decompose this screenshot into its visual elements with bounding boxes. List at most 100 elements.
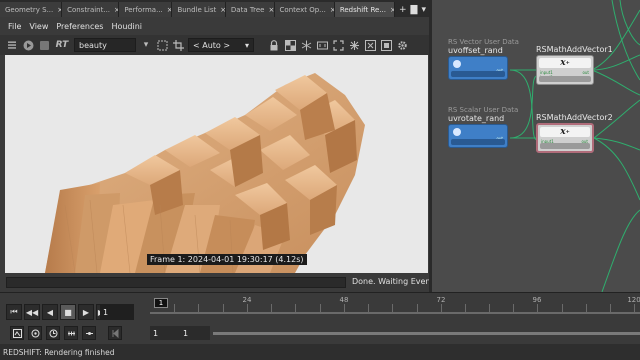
ruler-tick	[198, 304, 199, 312]
ruler-tick	[441, 304, 442, 312]
frame-info-label: Frame 1: 2024-04-01 19:30:17 (4.12s)	[147, 254, 307, 265]
ruler-tick-label: 96	[532, 296, 542, 304]
menu-bar: File View Preferences Houdini	[0, 17, 430, 35]
checker-icon[interactable]	[284, 39, 296, 51]
tab-data-tree[interactable]: Data Tree ×	[225, 2, 275, 17]
ruler-tick	[223, 304, 224, 312]
rt-icon[interactable]: RT	[54, 39, 70, 51]
chevron-down-icon[interactable]: ▾	[140, 39, 152, 51]
node-rsmathaddvector2[interactable]: x+ input1 input2 out	[536, 123, 594, 153]
ruler-tick	[417, 304, 418, 312]
tab-geometry-spreadsheet[interactable]: Geometry S...×	[0, 2, 63, 17]
frame-cursor[interactable]: 1	[154, 298, 168, 308]
node-name-label: RSMathAddVector1	[536, 45, 613, 54]
ruler-tick	[489, 304, 490, 312]
houdini-window: Geometry S...× Constraint...× Performa..…	[0, 0, 640, 360]
node-name-label: uvrotate_rand	[448, 114, 505, 123]
scope-icon[interactable]	[82, 326, 96, 340]
timeline-ruler[interactable]: 24 48 72 96 120 1	[150, 296, 640, 324]
crop-icon[interactable]	[172, 39, 184, 51]
current-frame-field[interactable]: 1	[100, 304, 134, 320]
menu-preferences[interactable]: Preferences	[56, 22, 103, 31]
menu-icon[interactable]	[6, 39, 18, 51]
tab-constraint[interactable]: Constraint...×	[62, 2, 120, 17]
tab-label: Performa...	[124, 5, 163, 14]
plus-icon	[453, 128, 461, 136]
render-status-text: Done. Waiting Events	[352, 277, 438, 286]
play-reverse-button[interactable]: ◀	[42, 304, 58, 320]
aspect-icon[interactable]	[316, 39, 328, 51]
ruler-tick	[368, 304, 369, 312]
realtime-icon[interactable]	[46, 326, 60, 340]
expand-icon[interactable]	[332, 39, 344, 51]
playbar-tools	[10, 326, 122, 340]
snowflake-icon[interactable]	[300, 39, 312, 51]
math-icon: x +	[540, 127, 590, 137]
ruler-tick	[634, 304, 635, 312]
node-uvrotate-rand[interactable]: out	[448, 124, 508, 148]
menu-view[interactable]: View	[29, 22, 48, 31]
ruler-tick	[320, 304, 321, 312]
close-icon[interactable]: ×	[268, 6, 273, 14]
region-icon[interactable]	[156, 39, 168, 51]
range-end-field[interactable]: 1	[180, 326, 210, 340]
tab-menu-icon[interactable]: ▾	[421, 5, 426, 15]
step-icon[interactable]	[108, 326, 122, 340]
node-rsmathaddvector1[interactable]: x+ input1 input2 out	[536, 55, 594, 85]
sync-icon[interactable]	[348, 39, 360, 51]
node-strip	[451, 71, 505, 77]
stop-button[interactable]: ■	[60, 304, 76, 320]
ruler-tick	[562, 304, 563, 312]
tab-label: Context Op...	[279, 5, 326, 14]
ruler-tick-label: 72	[436, 296, 446, 304]
close-icon[interactable]	[364, 39, 376, 51]
tab-redshift-renderview[interactable]: Redshift Re...×	[334, 2, 395, 17]
tab-label: Redshift Re...	[339, 5, 386, 14]
pane-tab-bar: Geometry S...× Constraint...× Performa..…	[0, 0, 430, 17]
render-icon[interactable]	[22, 39, 34, 51]
rendered-image	[5, 55, 428, 273]
aov-select[interactable]: beauty	[74, 38, 136, 52]
ruler-tick	[513, 304, 514, 312]
cog-icon[interactable]	[396, 39, 408, 51]
progress-bar	[6, 277, 346, 288]
tab-bundle-list[interactable]: Bundle List ×	[172, 2, 226, 17]
plus-icon	[453, 60, 461, 68]
playbar-menu-icon[interactable]	[10, 326, 24, 340]
node-category-label: RS Scalar User Data	[448, 106, 519, 114]
add-tab-icon[interactable]: +	[399, 5, 407, 15]
tab-label: Constraint...	[67, 5, 111, 14]
range-start-field[interactable]: 1	[150, 326, 180, 340]
node-name-label: RSMathAddVector2	[536, 113, 613, 122]
network-editor[interactable]: RS Vector User Data uvoffset_rand out RS…	[432, 0, 640, 292]
tab-label: Data Tree	[230, 5, 265, 14]
jump-start-button[interactable]: ⏮	[6, 304, 22, 320]
play-button[interactable]: ▶	[78, 304, 94, 320]
ruler-tick	[247, 304, 248, 312]
audio-icon[interactable]	[28, 326, 42, 340]
pause-icon[interactable]	[38, 39, 50, 51]
pane-layout-icon[interactable]: ▇	[411, 5, 418, 15]
lock-icon[interactable]	[268, 39, 280, 51]
render-status-row: Done. Waiting Events	[0, 275, 438, 290]
tab-tools: + ▇ ▾	[395, 2, 430, 17]
ruler-tick-label: 120	[627, 296, 640, 304]
step-back-button[interactable]: ◀◀	[24, 304, 40, 320]
node-name-label: uvoffset_rand	[448, 46, 503, 55]
tab-performance[interactable]: Performa... ×	[119, 2, 173, 17]
camera-select[interactable]: < Auto > ▾	[188, 38, 254, 52]
node-uvoffset-rand[interactable]: out	[448, 56, 508, 80]
math-icon: x +	[539, 58, 591, 68]
keyframe-icon[interactable]	[64, 326, 78, 340]
ruler-tick	[610, 304, 611, 312]
ruler-tick	[537, 304, 538, 312]
range-slider[interactable]	[213, 332, 640, 335]
fit-icon[interactable]	[380, 39, 392, 51]
menu-houdini[interactable]: Houdini	[111, 22, 142, 31]
playbar: ⏮ ◀◀ ◀ ■ ▶ ▶▶ 1 24 48 72 96 120	[0, 292, 640, 344]
menu-file[interactable]: File	[8, 22, 21, 31]
ruler-tick	[392, 304, 393, 312]
render-viewport[interactable]	[5, 55, 428, 273]
chevron-down-icon: ▾	[244, 40, 249, 50]
tab-context-options[interactable]: Context Op...×	[274, 2, 335, 17]
